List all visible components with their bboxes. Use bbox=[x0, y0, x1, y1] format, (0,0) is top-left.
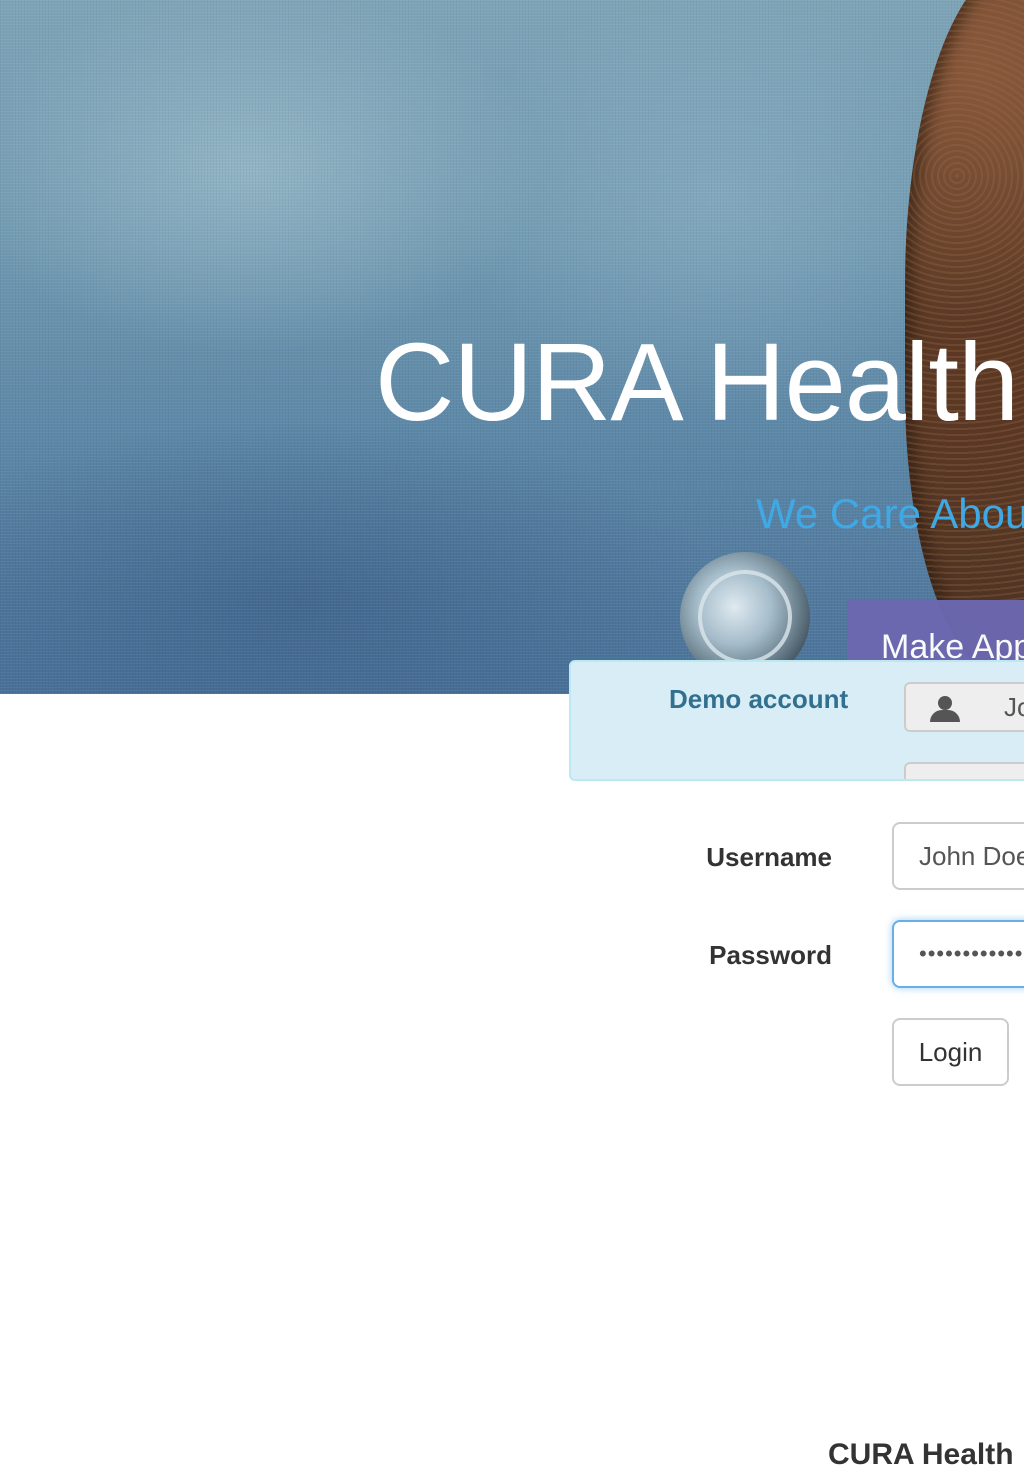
hero-subtitle: We Care Abou bbox=[756, 490, 1024, 537]
hero-title: CURA Health bbox=[375, 321, 1019, 444]
demo-password-field bbox=[982, 762, 1024, 779]
user-icon bbox=[930, 696, 960, 722]
password-input[interactable] bbox=[892, 920, 1024, 988]
footer-brand: CURA Health bbox=[828, 1438, 1014, 1467]
username-label: Username bbox=[706, 842, 832, 872]
password-label: Password bbox=[709, 940, 832, 970]
demo-password-addon bbox=[904, 762, 984, 779]
demo-username-field: Jo bbox=[982, 682, 1024, 732]
hero-section: CURA Health We Care Abou Make App bbox=[0, 0, 1024, 694]
user-icon-head bbox=[938, 696, 952, 710]
demo-account-alert: Demo account Jo bbox=[569, 660, 1024, 781]
user-icon-body bbox=[930, 710, 960, 722]
username-input[interactable] bbox=[892, 822, 1024, 890]
demo-account-label: Demo account bbox=[669, 684, 849, 714]
page: CURA Health We Care Abou Make App Demo a… bbox=[0, 0, 1024, 1467]
demo-username-addon bbox=[904, 682, 984, 732]
login-button[interactable]: Login bbox=[892, 1018, 1009, 1086]
